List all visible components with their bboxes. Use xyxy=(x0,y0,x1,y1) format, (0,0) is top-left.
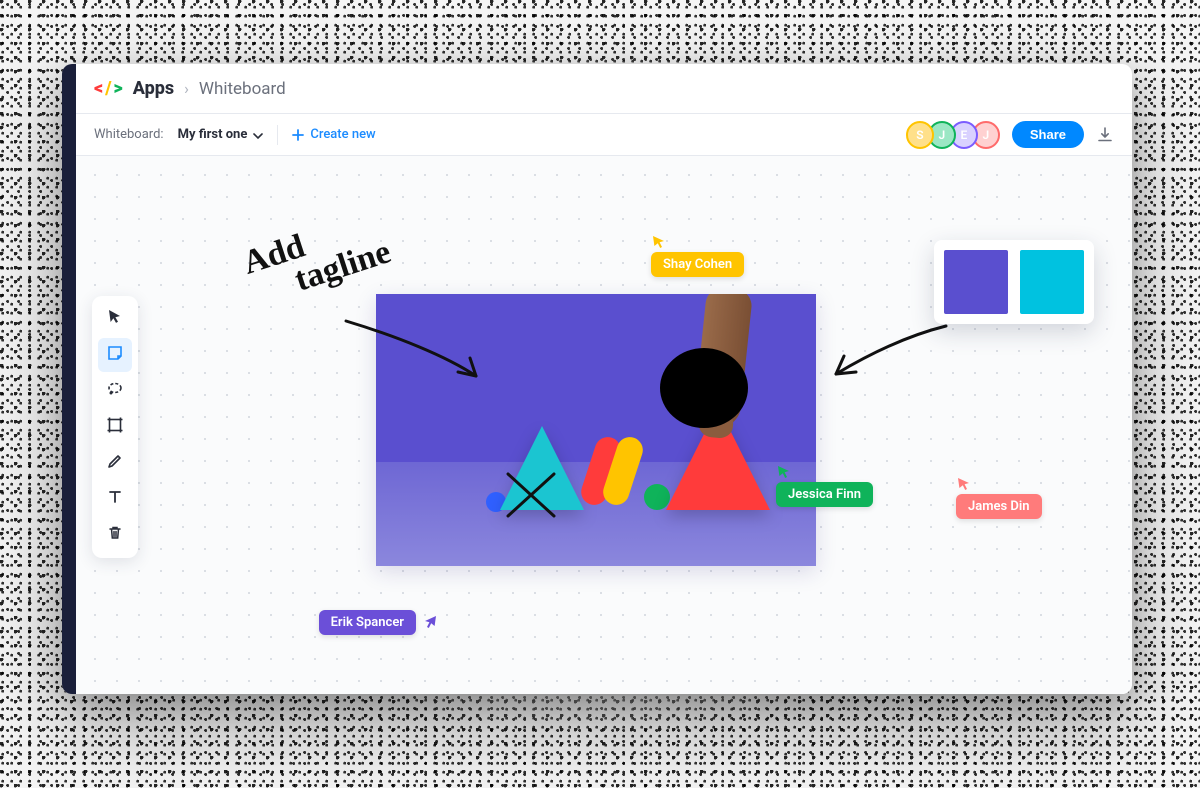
cursor-pointer-icon xyxy=(776,464,792,480)
sticky-icon xyxy=(106,344,124,366)
tool-delete[interactable] xyxy=(98,518,132,552)
create-new-label: Create new xyxy=(310,127,375,142)
tool-select[interactable] xyxy=(98,302,132,336)
tool-palette xyxy=(92,296,138,558)
frame-icon xyxy=(106,416,124,438)
chevron-down-icon xyxy=(253,131,263,141)
app-logo: < / > xyxy=(94,78,123,99)
left-accent-strip xyxy=(62,64,76,694)
top-bar: < / > Apps › Whiteboard xyxy=(76,64,1132,114)
text-icon xyxy=(106,488,124,510)
tool-pen[interactable] xyxy=(98,446,132,480)
cursor-label: James Din xyxy=(956,494,1042,519)
share-button[interactable]: Share xyxy=(1012,121,1084,148)
collaborator-cursor: Shay Cohen xyxy=(651,234,744,277)
tool-frame[interactable] xyxy=(98,410,132,444)
collaborator-avatars: SJEJ xyxy=(912,121,1000,149)
pen-icon xyxy=(106,452,124,474)
whiteboard-canvas[interactable]: Add tagline Shay CohenJessica FinnJ xyxy=(76,156,1132,694)
create-new-button[interactable]: Create new xyxy=(292,127,375,142)
color-swatch[interactable] xyxy=(944,250,1008,314)
collaborator-cursor: James Din xyxy=(956,476,1042,519)
plus-icon xyxy=(292,129,304,141)
collaborator-avatar[interactable]: S xyxy=(906,121,934,149)
delete-icon xyxy=(106,524,124,546)
select-icon xyxy=(106,308,124,330)
cursor-pointer-icon xyxy=(651,234,667,250)
sub-header: Whiteboard: My first one Create new SJEJ… xyxy=(76,114,1132,156)
placed-image[interactable] xyxy=(376,294,816,566)
breadcrumb: Apps › Whiteboard xyxy=(133,78,286,99)
app-window: < / > Apps › Whiteboard Whiteboard: My f… xyxy=(62,64,1132,694)
color-swatch[interactable] xyxy=(1020,250,1084,314)
breadcrumb-root[interactable]: Apps xyxy=(133,78,174,99)
cursor-label: Jessica Finn xyxy=(776,482,873,507)
divider xyxy=(277,125,278,145)
cursor-label: Erik Spancer xyxy=(319,610,416,635)
download-icon[interactable] xyxy=(1096,126,1114,144)
whiteboard-selector[interactable]: My first one xyxy=(178,127,264,142)
collaborator-cursor: Erik Spancer xyxy=(416,614,513,657)
cursor-pointer-icon xyxy=(956,476,972,492)
cursor-label: Shay Cohen xyxy=(651,252,744,277)
handwritten-note: Add tagline xyxy=(240,206,395,311)
tool-sticky[interactable] xyxy=(98,338,132,372)
collaborator-cursor: Jessica Finn xyxy=(776,464,873,507)
tool-lasso[interactable] xyxy=(98,374,132,408)
lasso-icon xyxy=(106,380,124,402)
tool-text[interactable] xyxy=(98,482,132,516)
breadcrumb-current: Whiteboard xyxy=(199,79,286,99)
whiteboard-label: Whiteboard: xyxy=(94,127,164,142)
chevron-right-icon: › xyxy=(184,79,189,98)
current-whiteboard-name: My first one xyxy=(178,127,248,142)
cursor-pointer-icon xyxy=(422,614,438,630)
color-swatches-panel[interactable] xyxy=(934,240,1094,324)
